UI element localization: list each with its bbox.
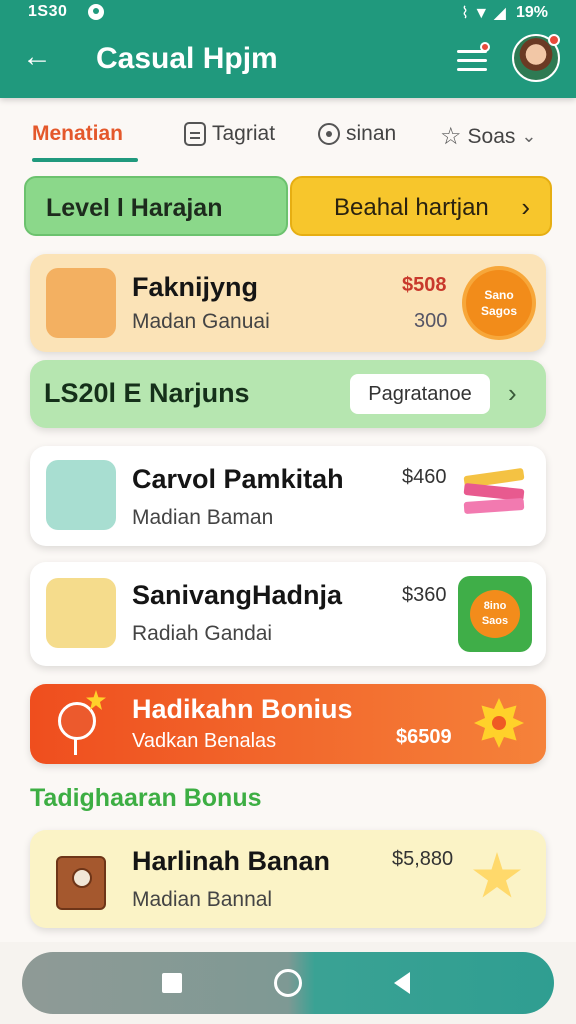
tab-menatian[interactable]: Menatian xyxy=(32,122,123,146)
page-title: Casual Hpjm xyxy=(96,42,278,75)
list-item[interactable]: Faknijyng Madan Ganuai $508 300 Sano Sag… xyxy=(30,254,546,352)
promo-title: LS20l E Narjuns xyxy=(44,378,250,408)
phone-icon xyxy=(46,460,116,530)
sun-icon xyxy=(474,698,524,748)
list-item[interactable]: SanivangHadnja Radiah Gandai $360 8ino S… xyxy=(30,562,546,666)
star-icon: ☆ xyxy=(440,123,462,150)
item-secondary-price: 300 xyxy=(414,310,448,332)
tab-label: sinan xyxy=(346,122,397,145)
level-filter-button[interactable]: Level l Harajan xyxy=(24,176,288,236)
tab-bar: Menatian Tagriat sinan ☆ Soas ⌄ xyxy=(0,112,576,164)
section-title: Tadighaaran Bonus xyxy=(30,784,262,812)
tab-tagriat[interactable]: Tagriat xyxy=(184,122,275,146)
recents-icon[interactable] xyxy=(162,973,182,993)
item-title: Faknijyng xyxy=(132,272,259,302)
pill-label: Beahal hartjan xyxy=(334,194,489,221)
app-bar: 1S30 ⌇ ▼ ◢ 19% ← Casual Hpjm xyxy=(0,0,576,98)
banner-subtitle: Vadkan Benalas xyxy=(132,730,277,752)
tab-sinan[interactable]: sinan xyxy=(318,122,396,146)
item-title: Harlinah Banan xyxy=(132,846,331,876)
badge-bottom-text: Saos xyxy=(481,615,509,627)
box-icon xyxy=(48,842,118,912)
back-arrow-icon[interactable]: ← xyxy=(20,40,54,74)
status-time: 1S30 xyxy=(28,3,68,20)
record-icon xyxy=(318,123,340,145)
promo-row[interactable]: LS20l E Narjuns Pagratanoe › xyxy=(30,360,546,428)
chevron-right-icon: › xyxy=(508,378,517,408)
tab-soas[interactable]: ☆ Soas ⌄ xyxy=(440,122,536,151)
list-item[interactable]: Carvol Pamkitah Madian Baman $460 xyxy=(30,446,546,546)
item-subtitle: Madan Ganuai xyxy=(132,310,270,333)
menu-notification-dot xyxy=(480,42,490,52)
badge-circle: 8ino Saos xyxy=(470,590,520,638)
badge-top-text: Sano xyxy=(484,288,514,302)
item-price: $508 xyxy=(402,274,447,296)
menu-icon[interactable] xyxy=(454,42,490,76)
active-tab-indicator xyxy=(32,158,138,162)
status-right: ⌇ ▼ ◢ 19% xyxy=(461,3,548,23)
item-subtitle: Madian Bannal xyxy=(132,888,273,911)
home-icon[interactable] xyxy=(274,969,302,997)
treasure-chest-icon xyxy=(46,268,116,338)
pagratanoe-button[interactable]: Pagratanoe xyxy=(350,374,490,414)
avatar-badge xyxy=(548,34,560,46)
chevron-right-icon: › xyxy=(521,192,530,222)
item-price: $360 xyxy=(402,584,447,606)
item-subtitle: Madian Baman xyxy=(132,506,274,529)
badge-bottom-text: Sagos xyxy=(480,304,517,318)
avatar[interactable] xyxy=(512,34,560,82)
laptop-icon xyxy=(46,578,116,648)
list-item[interactable]: Harlinah Banan Madian Bannal $5,880 xyxy=(30,830,546,928)
battery-level: 19% xyxy=(515,4,548,21)
badge-top-text: 8ino xyxy=(483,600,507,612)
star-icon xyxy=(473,852,521,898)
status-bar: 1S30 ⌇ ▼ ◢ 19% xyxy=(0,0,576,26)
item-title: SanivangHadnja xyxy=(132,580,343,610)
item-price: $5,880 xyxy=(392,848,454,870)
beahal-filter-button[interactable]: Beahal hartjan › xyxy=(290,176,552,236)
signal-icons: ⌇ ▼ ◢ xyxy=(461,5,506,22)
books-icon xyxy=(458,467,530,522)
document-icon xyxy=(184,122,206,146)
back-icon[interactable] xyxy=(394,972,410,994)
banner-title: Hadikahn Bonius xyxy=(132,694,353,724)
sale-badge: 8ino Saos xyxy=(458,576,532,652)
banner-price: $6509 xyxy=(396,726,452,748)
item-title: Carvol Pamkitah xyxy=(132,464,344,494)
tab-label: Tagriat xyxy=(212,122,276,145)
chevron-down-icon: ⌄ xyxy=(521,126,537,146)
balloon-icon xyxy=(58,702,96,755)
item-subtitle: Radiah Gandai xyxy=(132,622,273,645)
tab-label: Soas xyxy=(467,124,516,148)
item-price: $460 xyxy=(402,466,447,488)
system-nav-bar xyxy=(22,952,554,1014)
notification-icon xyxy=(88,4,104,20)
sale-badge: Sano Sagos xyxy=(466,270,532,336)
tab-label: Menatian xyxy=(32,122,124,145)
bonus-banner[interactable]: Hadikahn Bonius Vadkan Benalas $6509 xyxy=(30,684,546,764)
